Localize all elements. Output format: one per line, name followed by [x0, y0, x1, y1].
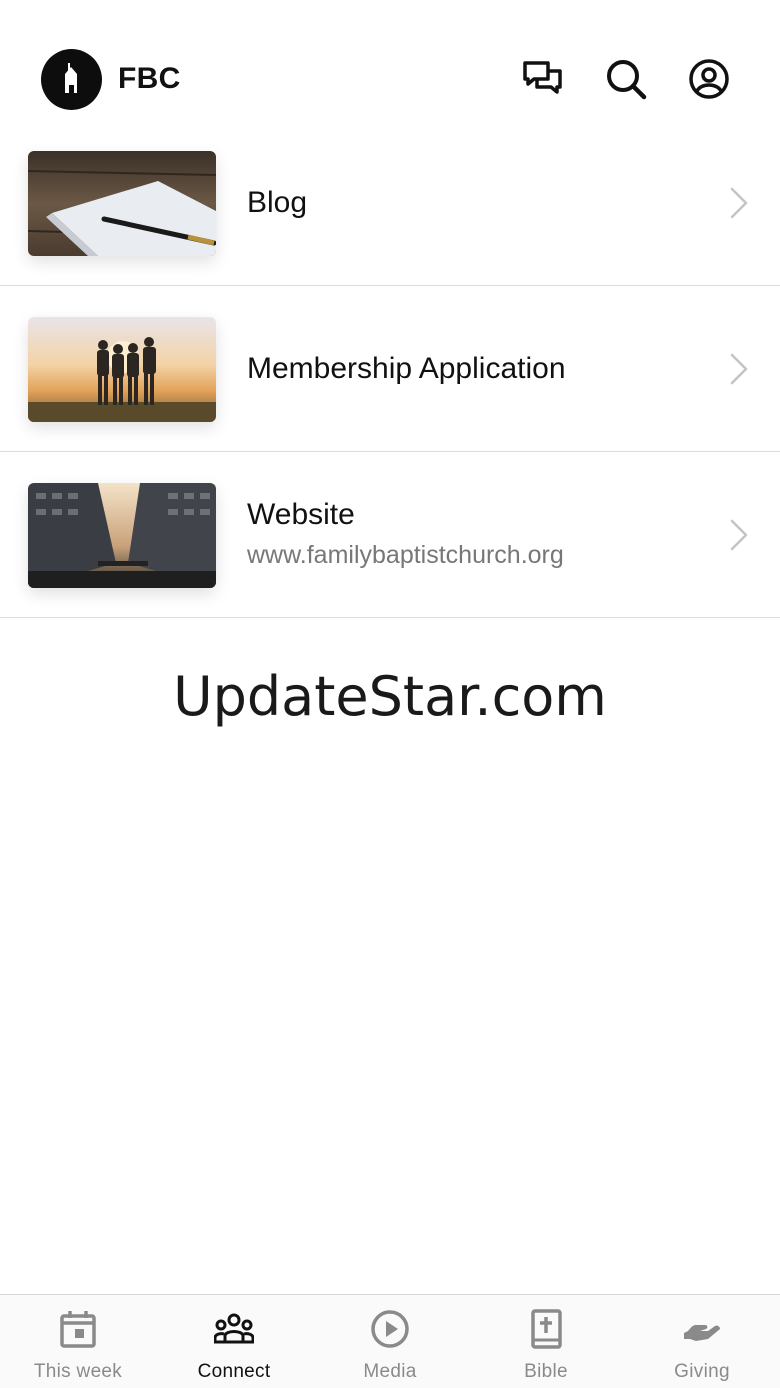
bible-icon — [526, 1309, 566, 1349]
search-icon[interactable] — [605, 58, 647, 100]
list-item-blog[interactable]: Blog — [0, 120, 780, 286]
app-title: FBC — [118, 62, 181, 95]
watermark-text: UpdateStar.com — [173, 665, 607, 728]
church-logo-icon[interactable] — [41, 49, 102, 110]
list-item-website[interactable]: Website www.familybaptistchurch.org — [0, 452, 780, 618]
chevron-right-icon — [728, 352, 750, 386]
chat-icon[interactable] — [522, 58, 564, 100]
blog-thumbnail — [28, 151, 216, 256]
tab-connect[interactable]: Connect — [156, 1295, 312, 1388]
chevron-right-icon — [728, 518, 750, 552]
membership-thumbnail — [28, 317, 216, 422]
tab-label: This week — [33, 1361, 123, 1382]
profile-icon[interactable] — [688, 58, 730, 100]
tab-this-week[interactable]: This week — [0, 1295, 156, 1388]
tab-label: Bible — [524, 1361, 568, 1382]
list-item-title: Blog — [247, 186, 308, 219]
tab-bible[interactable]: Bible — [468, 1295, 624, 1388]
tab-label: Giving — [674, 1361, 730, 1382]
list-item-title: Membership Application — [247, 352, 566, 385]
tab-label: Connect — [197, 1361, 271, 1382]
website-url[interactable]: www.familybaptistchurch.org — [247, 540, 564, 570]
tab-label: Media — [363, 1361, 417, 1382]
tab-bar: This week Connect Media Bible Giving — [0, 1294, 780, 1388]
hand-icon — [682, 1309, 722, 1349]
connect-list: Blog Membership Application Website www.… — [0, 120, 780, 618]
people-icon — [213, 1309, 255, 1349]
list-item-membership-application[interactable]: Membership Application — [0, 286, 780, 452]
website-thumbnail — [28, 483, 216, 588]
calendar-icon — [58, 1309, 98, 1349]
chevron-right-icon — [728, 186, 750, 220]
play-icon — [370, 1309, 410, 1349]
list-item-title: Website — [247, 498, 355, 531]
tab-media[interactable]: Media — [312, 1295, 468, 1388]
tab-giving[interactable]: Giving — [624, 1295, 780, 1388]
header: FBC — [0, 0, 780, 140]
